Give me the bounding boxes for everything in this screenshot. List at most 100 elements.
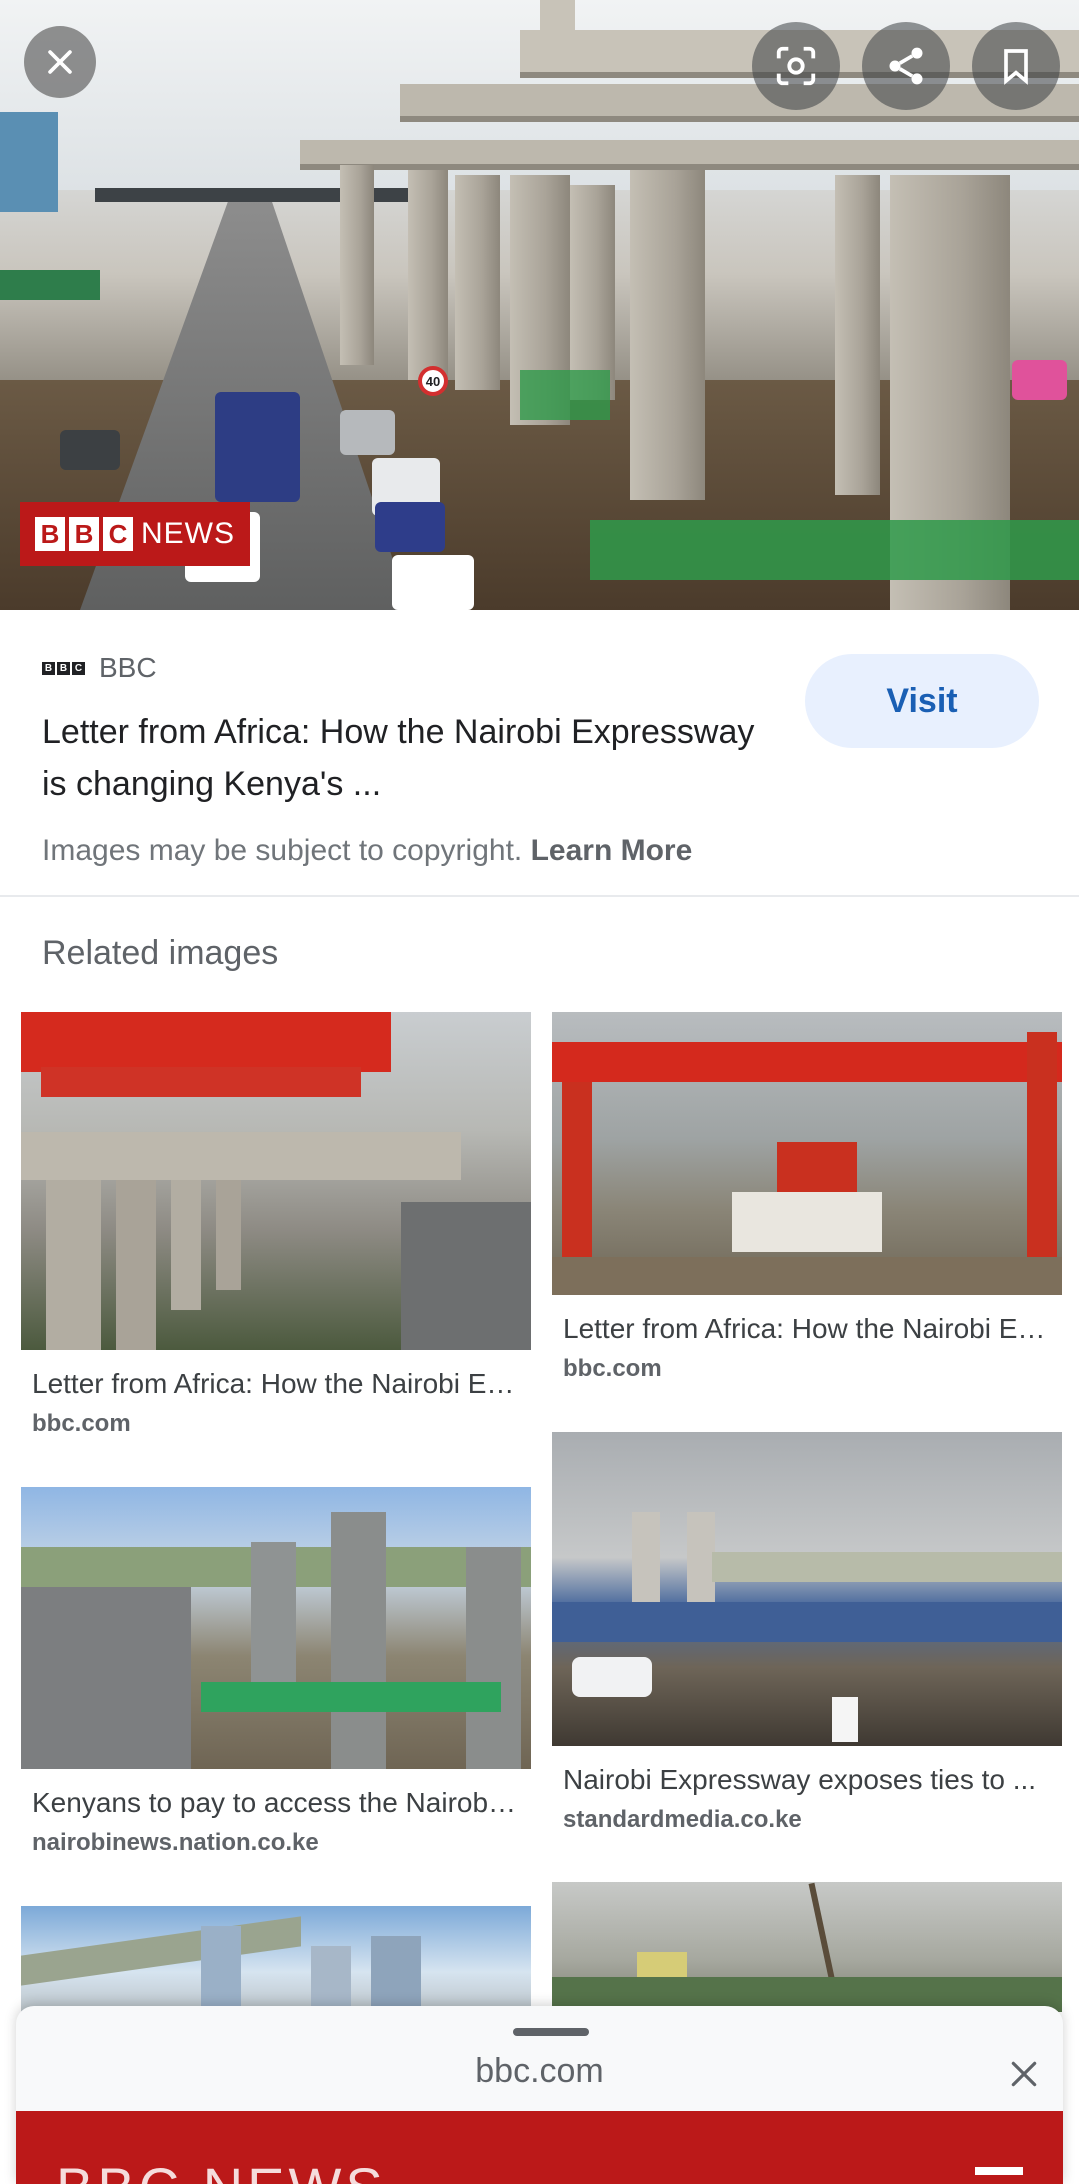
related-images-heading: Related images [42, 934, 279, 972]
related-domain: standardmedia.co.ke [563, 1806, 802, 1833]
copyright-text: Images may be subject to copyright. [42, 834, 523, 867]
bbc-site-header: BBC NEWS [16, 2111, 1063, 2184]
source-name: BBC [99, 652, 157, 683]
bbc-site-logo: BBC NEWS [56, 2155, 387, 2184]
billboard [0, 112, 58, 212]
close-icon [48, 50, 72, 74]
pillar [46, 1180, 101, 1350]
gantry-distant [777, 1142, 857, 1192]
menu-icon [975, 2167, 1023, 2175]
gantry-truss [552, 1042, 1062, 1082]
sheet-close-button[interactable] [996, 2046, 1052, 2102]
related-domain: bbc.com [563, 1355, 662, 1382]
image-title[interactable]: Letter from Africa: How the Nairobi Expr… [42, 706, 762, 810]
pillar [570, 185, 615, 400]
pillar [466, 1547, 521, 1769]
green-mesh [201, 1682, 501, 1712]
close-button[interactable] [24, 26, 96, 98]
related-image-card[interactable]: Kenyans to pay to access the Nairobi Exp… [21, 1487, 531, 1857]
divider [0, 895, 1079, 897]
related-thumbnail[interactable] [552, 1432, 1062, 1746]
bbc-blocks: B B C [35, 517, 133, 551]
hero-image[interactable]: 40 B B C NEWS [0, 0, 1079, 610]
pillar [116, 1180, 156, 1350]
bbc-logo-block: B [57, 661, 70, 675]
building [371, 1936, 421, 2016]
copyright-notice: Images may be subject to copyright. Lear… [42, 834, 692, 868]
visit-button[interactable]: Visit [805, 654, 1039, 748]
bbc-logo-block: C [72, 661, 85, 675]
share-button[interactable] [862, 22, 950, 110]
bbc-block: C [103, 517, 133, 551]
pillar [630, 170, 705, 500]
related-title: Letter from Africa: How the Nairobi Expr… [32, 1368, 520, 1399]
related-title: Kenyans to pay to access the Nairobi Exp… [32, 1787, 520, 1818]
bbc-news-text: NEWS [141, 517, 235, 550]
related-image-card[interactable]: Letter from Africa: How the Nairobi Expr… [552, 1012, 1062, 1383]
car [572, 1657, 652, 1697]
car [60, 430, 120, 470]
car [1012, 360, 1067, 400]
pillar [340, 165, 374, 365]
related-domain: nairobinews.nation.co.ke [32, 1829, 319, 1856]
bbc-block: B [69, 517, 99, 551]
related-image-card[interactable]: Letter from Africa: How the Nairobi Expr… [21, 1012, 531, 1438]
gantry [95, 188, 425, 202]
pillar [835, 175, 880, 495]
pillar [331, 1512, 386, 1769]
expressway-beam [400, 84, 1079, 122]
related-thumbnail[interactable] [21, 1012, 531, 1350]
bridge [712, 1552, 1062, 1582]
learn-more-link[interactable]: Learn More [531, 834, 693, 867]
related-thumbnail[interactable] [552, 1012, 1062, 1295]
beam [21, 1132, 461, 1180]
related-title: Nairobi Expressway exposes ties to ... [563, 1764, 1037, 1795]
speed-sign: 40 [418, 366, 448, 396]
lens-button[interactable] [752, 22, 840, 110]
hoarding [552, 1602, 1062, 1642]
car [392, 555, 474, 610]
road [21, 1587, 191, 1769]
bbc-news-watermark: B B C NEWS [20, 502, 250, 566]
beam-cap [540, 0, 575, 40]
truck [0, 270, 100, 300]
pillar [455, 175, 500, 390]
related-thumbnail[interactable] [552, 1882, 1062, 2012]
deck [732, 1192, 882, 1252]
website-preview-sheet[interactable]: bbc.com BBC NEWS [16, 2006, 1063, 2184]
expressway-beam [300, 140, 1079, 170]
related-title: Letter from Africa: How the Nairobi Expr… [563, 1313, 1051, 1344]
lens-icon [776, 46, 816, 86]
related-image-card[interactable] [552, 1882, 1062, 2012]
share-icon [889, 47, 923, 85]
launching-gantry [21, 1012, 391, 1072]
bbc-block: B [35, 517, 65, 551]
related-image-card[interactable]: Nairobi Expressway exposes ties to ... s… [552, 1432, 1062, 1834]
building [201, 1926, 241, 2016]
bbc-logo: B B C [42, 661, 85, 675]
bookmark-icon [1004, 49, 1028, 85]
bus [215, 392, 300, 502]
related-image-card[interactable] [21, 1906, 531, 2016]
bbc-logo-block: B [42, 661, 55, 675]
related-thumbnail[interactable] [21, 1487, 531, 1769]
source-row[interactable]: B B C BBC [42, 652, 157, 684]
road [401, 1202, 531, 1350]
person [832, 1697, 858, 1742]
close-icon [1011, 2061, 1037, 2087]
overpass [21, 1916, 301, 1986]
pillar [216, 1180, 241, 1290]
car [340, 410, 395, 455]
related-thumbnail[interactable] [21, 1906, 531, 2016]
related-domain: bbc.com [32, 1410, 131, 1437]
gantry-leg [1027, 1032, 1057, 1295]
pillar [408, 170, 448, 380]
green-mesh [590, 520, 1079, 580]
bookmark-button[interactable] [972, 22, 1060, 110]
gantry-truss [41, 1067, 361, 1097]
drag-handle[interactable] [513, 2028, 589, 2036]
green-mesh [520, 370, 610, 420]
ground [552, 1257, 1062, 1295]
car [375, 502, 445, 552]
sheet-url: bbc.com [475, 2052, 604, 2090]
